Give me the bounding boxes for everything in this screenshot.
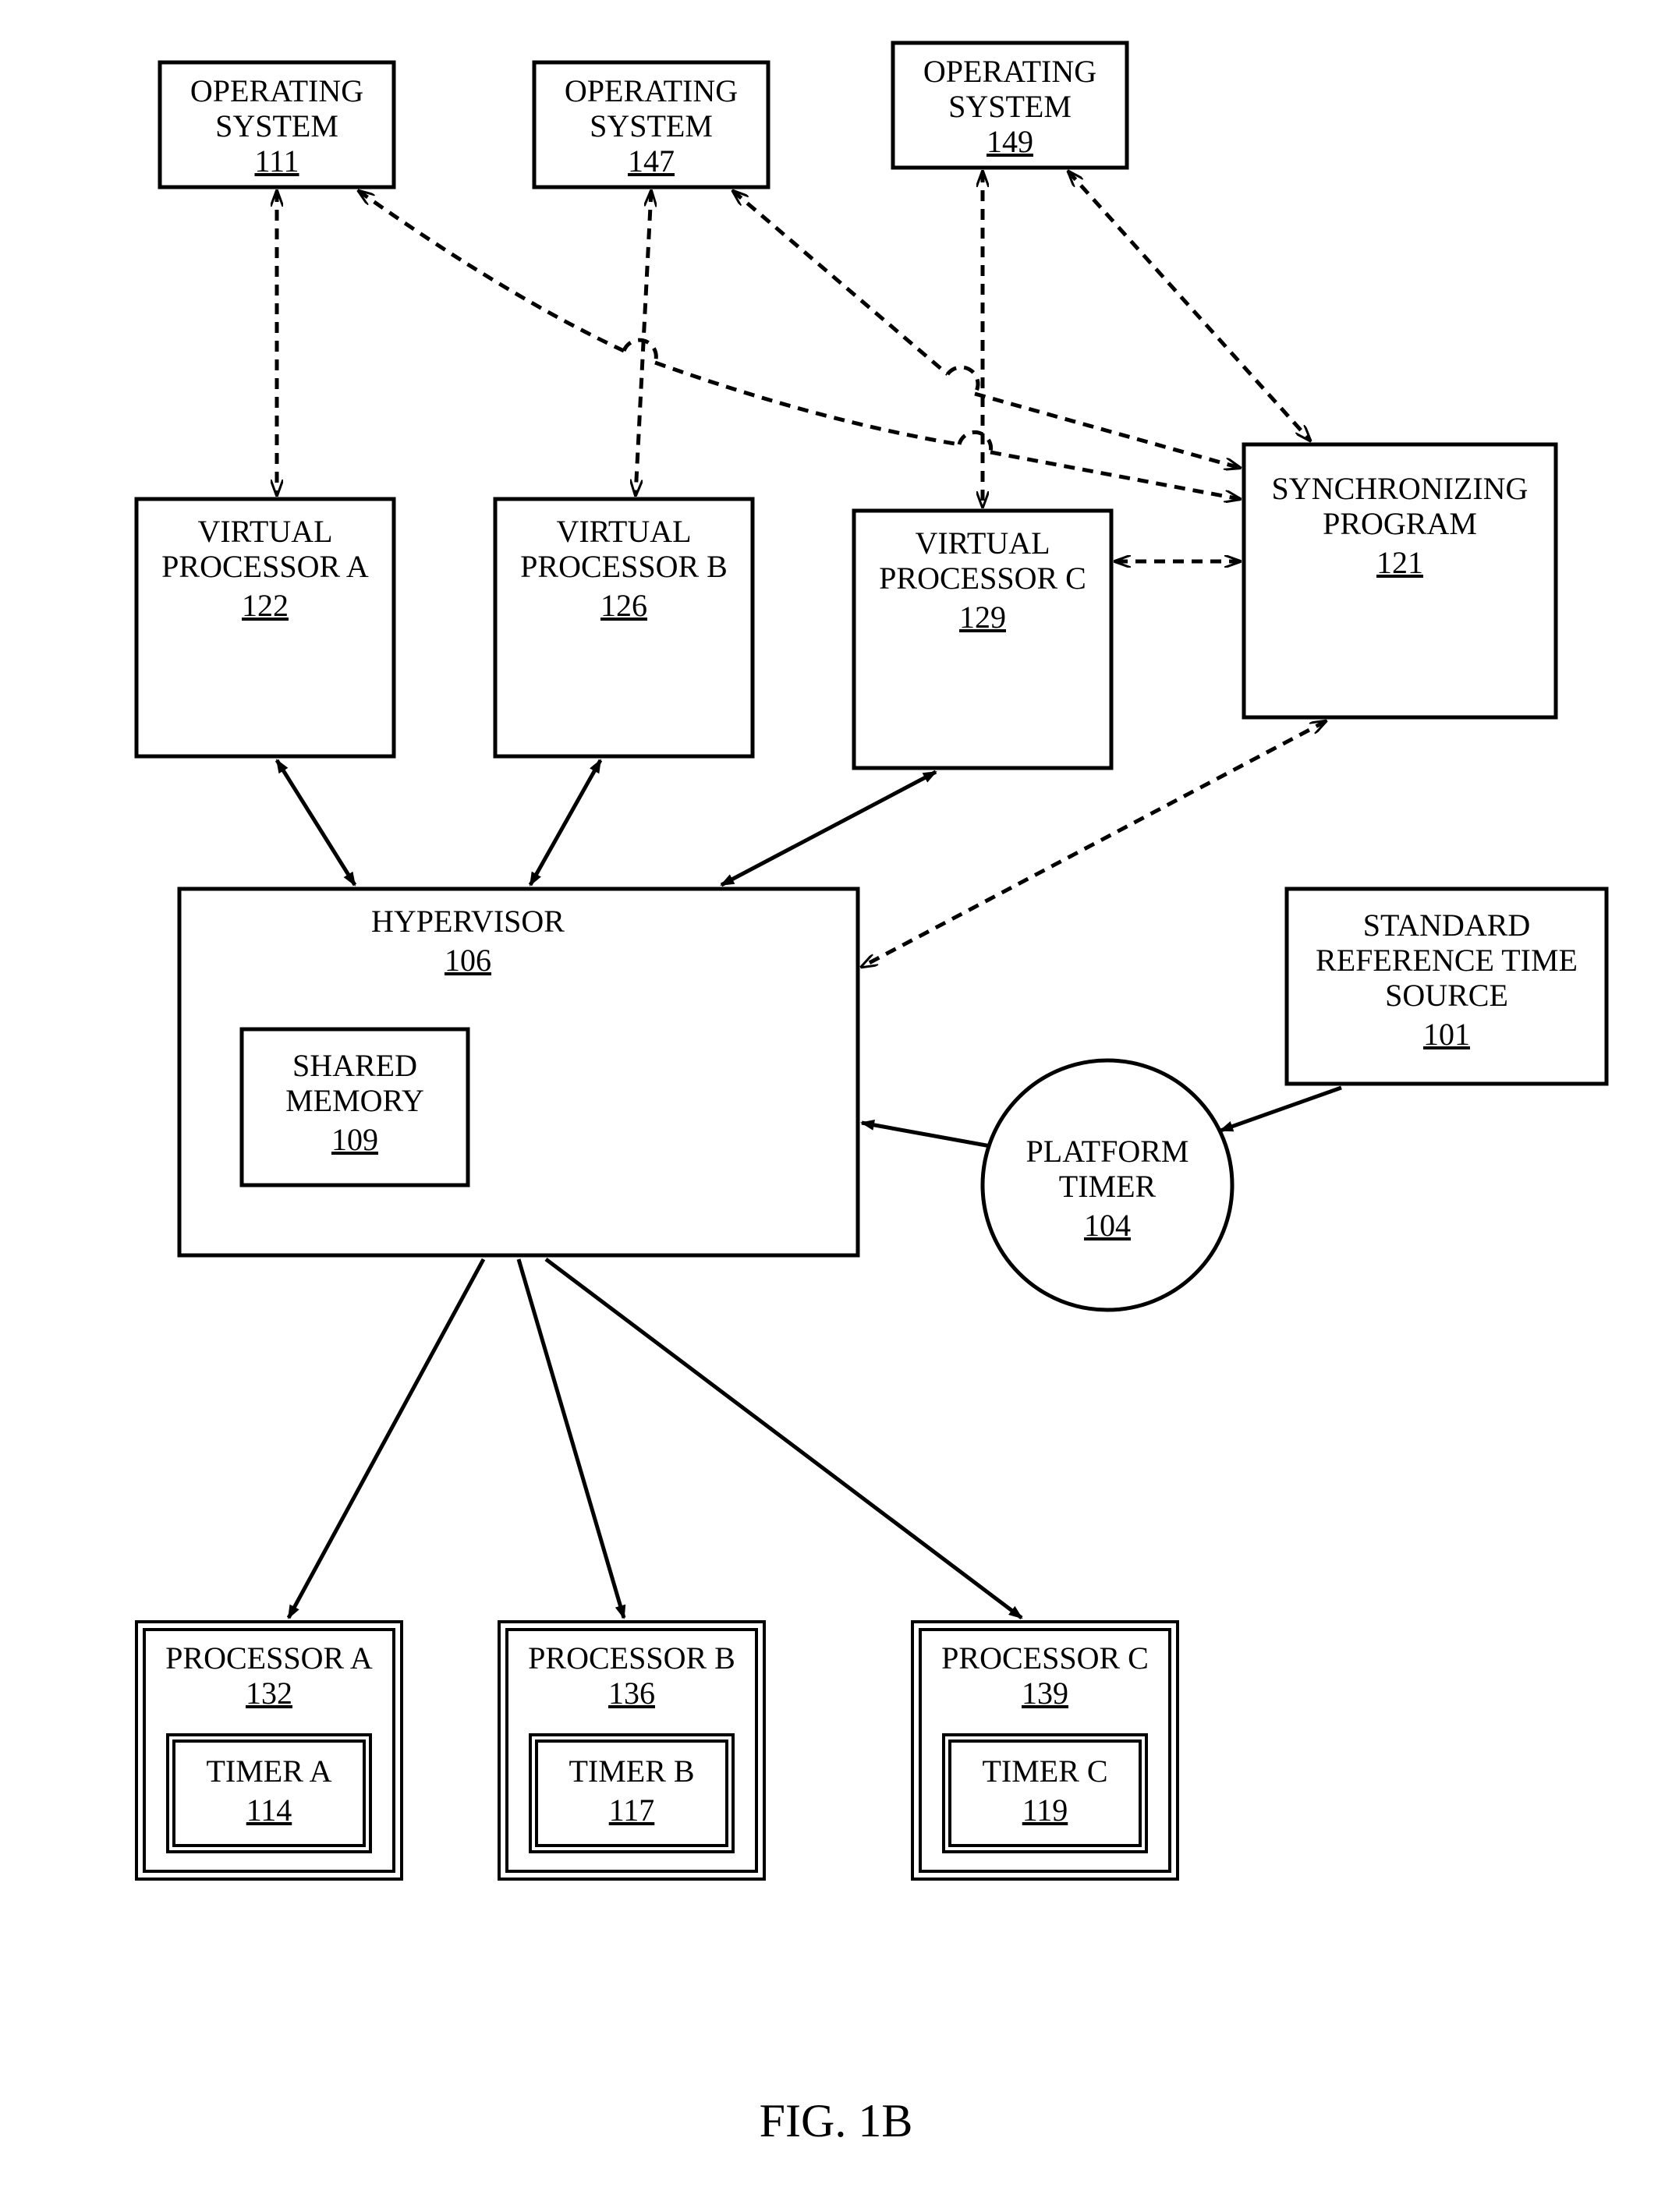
timer-a-l: TIMER A (206, 1754, 331, 1789)
timer-a-n: 114 (246, 1793, 292, 1828)
proc-c-l: PROCESSOR C (941, 1640, 1149, 1676)
sync-l1: SYNCHRONIZING (1272, 471, 1529, 506)
timer-c-n: 119 (1022, 1793, 1068, 1828)
proc-c: PROCESSOR C 139 TIMER C 119 (912, 1622, 1178, 1879)
os-3-num: 149 (987, 124, 1033, 159)
shmem-num: 109 (331, 1122, 378, 1157)
os-1-label1: OPERATING (190, 73, 363, 108)
sync-l2: PROGRAM (1323, 506, 1477, 541)
vproc-a-num: 122 (242, 588, 289, 623)
os-block-2: OPERATING SYSTEM 147 (534, 62, 768, 187)
platform-timer: PLATFORM TIMER 104 (983, 1060, 1232, 1310)
timer-b-l: TIMER B (569, 1754, 694, 1789)
os-3-label2: SYSTEM (948, 89, 1072, 124)
os-1-label2: SYSTEM (215, 108, 338, 143)
vproc-c-l2: PROCESSOR C (879, 561, 1086, 596)
hv-num: 106 (445, 943, 491, 978)
ref-l2: REFERENCE TIME (1316, 943, 1578, 978)
proc-a-l: PROCESSOR A (165, 1640, 373, 1676)
os-block-1: OPERATING SYSTEM 111 (160, 62, 394, 187)
vproc-c: VIRTUAL PROCESSOR C 129 (854, 511, 1111, 768)
proc-c-n: 139 (1022, 1676, 1068, 1711)
shmem-l2: MEMORY (285, 1083, 424, 1118)
proc-a: PROCESSOR A 132 TIMER A 114 (136, 1622, 402, 1879)
os-2-label1: OPERATING (565, 73, 738, 108)
timer-c-l: TIMER C (982, 1754, 1107, 1789)
proc-b-l: PROCESSOR B (528, 1640, 735, 1676)
vproc-c-num: 129 (959, 600, 1006, 635)
ref-num: 101 (1423, 1017, 1470, 1052)
vproc-a-l1: VIRTUAL (197, 514, 332, 549)
os-block-3: OPERATING SYSTEM 149 (893, 43, 1127, 168)
os-3-label1: OPERATING (923, 54, 1096, 89)
ptimer-num: 104 (1084, 1208, 1131, 1243)
ref-l3: SOURCE (1385, 978, 1508, 1013)
proc-b-n: 136 (608, 1676, 655, 1711)
ref-l1: STANDARD (1363, 908, 1531, 943)
timer-b-n: 117 (609, 1793, 655, 1828)
hypervisor: HYPERVISOR 106 SHARED MEMORY 109 (179, 889, 858, 1255)
os-2-num: 147 (628, 143, 675, 179)
shared-memory: SHARED MEMORY 109 (242, 1029, 468, 1185)
vproc-c-l1: VIRTUAL (915, 526, 1050, 561)
vproc-a-l2: PROCESSOR A (161, 549, 369, 584)
vproc-a: VIRTUAL PROCESSOR A 122 (136, 499, 394, 756)
proc-b: PROCESSOR B 136 TIMER B 117 (499, 1622, 764, 1879)
vproc-b-l1: VIRTUAL (556, 514, 691, 549)
shmem-l1: SHARED (292, 1048, 417, 1083)
vproc-b-num: 126 (600, 588, 647, 623)
sync-num: 121 (1376, 545, 1423, 580)
hv-label: HYPERVISOR (371, 904, 565, 939)
vproc-b: VIRTUAL PROCESSOR B 126 (495, 499, 753, 756)
ref-time-source: STANDARD REFERENCE TIME SOURCE 101 (1287, 889, 1606, 1084)
ptimer-l1: PLATFORM (1026, 1134, 1189, 1169)
os-1-num: 111 (254, 143, 299, 179)
os-2-label2: SYSTEM (590, 108, 713, 143)
proc-a-n: 132 (246, 1676, 292, 1711)
diagram: OPERATING SYSTEM 111 OPERATING SYSTEM 14… (0, 0, 1672, 2212)
vproc-b-l2: PROCESSOR B (520, 549, 728, 584)
sync-program: SYNCHRONIZING PROGRAM 121 (1244, 444, 1556, 717)
ptimer-l2: TIMER (1059, 1169, 1157, 1204)
figure-label: FIG. 1B (760, 2095, 913, 2147)
